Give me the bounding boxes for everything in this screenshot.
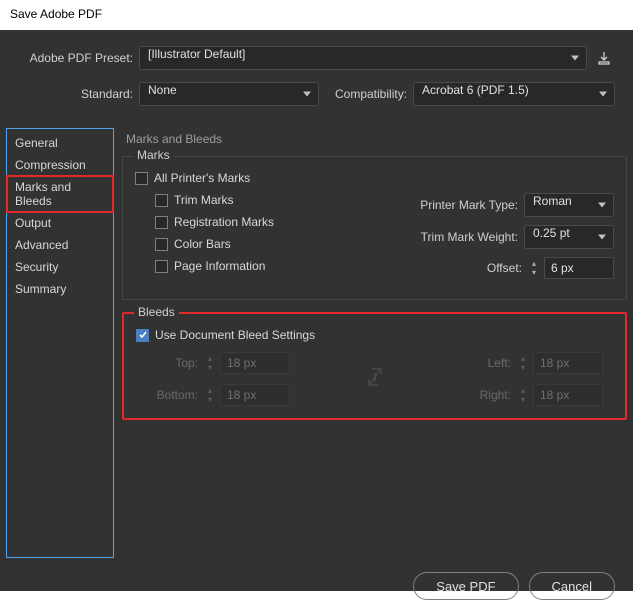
offset-label: Offset: <box>374 261 522 275</box>
preset-value: [Illustrator Default] <box>148 47 245 61</box>
compatibility-label: Compatibility: <box>335 87 407 101</box>
dialog-footer: Save PDF Cancel <box>0 558 633 614</box>
chevron-up-icon: ▴ <box>528 260 540 268</box>
preset-select[interactable]: [Illustrator Default] <box>139 46 587 70</box>
bleed-top-input <box>220 352 290 374</box>
panel-title: Marks and Bleeds <box>126 132 627 146</box>
bleed-bottom-input <box>220 384 290 406</box>
marks-group: Marks All Printer's Marks Trim Marks <box>122 156 627 300</box>
sidebar-item-advanced[interactable]: Advanced <box>7 234 113 256</box>
dialog-body: Adobe PDF Preset: [Illustrator Default] … <box>0 30 633 591</box>
use-document-bleed-checkbox[interactable] <box>136 329 149 342</box>
bleeds-group-title: Bleeds <box>134 305 179 319</box>
page-information-label: Page Information <box>174 259 265 273</box>
standard-label: Standard: <box>18 87 133 101</box>
preset-label: Adobe PDF Preset: <box>18 51 133 65</box>
bleed-left-label: Left: <box>459 356 511 370</box>
sidebar-item-marks-and-bleeds[interactable]: Marks and Bleeds <box>7 176 113 212</box>
printer-mark-type-select[interactable]: Roman <box>524 193 614 217</box>
title-bar: Save Adobe PDF <box>0 0 633 30</box>
offset-input[interactable] <box>544 257 614 279</box>
all-printers-marks-label: All Printer's Marks <box>154 171 250 185</box>
trim-mark-weight-select[interactable]: 0.25 pt <box>524 225 614 249</box>
bleed-right-label: Right: <box>459 388 511 402</box>
bleed-right-stepper: ▴▾ <box>517 387 531 404</box>
bleed-top-stepper: ▴▾ <box>204 355 218 372</box>
marks-group-title: Marks <box>133 148 174 162</box>
offset-stepper[interactable]: ▴ ▾ <box>528 260 542 277</box>
compatibility-select[interactable]: Acrobat 6 (PDF 1.5) <box>413 82 615 106</box>
trim-marks-label: Trim Marks <box>174 193 234 207</box>
cancel-button[interactable]: Cancel <box>529 572 615 600</box>
bleed-left-stepper: ▴▾ <box>517 355 531 372</box>
printer-mark-type-value: Roman <box>533 194 572 208</box>
standard-value: None <box>148 83 177 97</box>
sidebar-item-compression[interactable]: Compression <box>7 154 113 176</box>
save-preset-icon[interactable] <box>593 47 615 69</box>
trim-mark-weight-label: Trim Mark Weight: <box>374 230 518 244</box>
trim-marks-checkbox[interactable] <box>155 194 168 207</box>
sidebar-item-summary[interactable]: Summary <box>7 278 113 300</box>
bleed-bottom-stepper: ▴▾ <box>204 387 218 404</box>
standard-select[interactable]: None <box>139 82 319 106</box>
main-panel: Marks and Bleeds Marks All Printer's Mar… <box>122 128 627 558</box>
bleed-bottom-label: Bottom: <box>146 388 198 402</box>
page-information-checkbox[interactable] <box>155 260 168 273</box>
sidebar-item-output[interactable]: Output <box>7 212 113 234</box>
use-document-bleed-label: Use Document Bleed Settings <box>155 328 315 342</box>
bleeds-group: Bleeds Use Document Bleed Settings Top: <box>122 312 627 420</box>
registration-marks-checkbox[interactable] <box>155 216 168 229</box>
printer-mark-type-label: Printer Mark Type: <box>374 198 518 212</box>
window-title: Save Adobe PDF <box>10 7 102 21</box>
bleed-right-input <box>533 384 603 406</box>
compatibility-value: Acrobat 6 (PDF 1.5) <box>422 83 529 97</box>
chevron-down-icon: ▾ <box>528 269 540 277</box>
dialog-window: Save Adobe PDF Adobe PDF Preset: [Illust… <box>0 0 633 591</box>
save-pdf-button[interactable]: Save PDF <box>413 572 518 600</box>
link-icon <box>367 366 383 393</box>
bleed-left-input <box>533 352 603 374</box>
color-bars-label: Color Bars <box>174 237 231 251</box>
trim-mark-weight-value: 0.25 pt <box>533 226 570 240</box>
sidebar-item-general[interactable]: General <box>7 132 113 154</box>
registration-marks-label: Registration Marks <box>174 215 274 229</box>
color-bars-checkbox[interactable] <box>155 238 168 251</box>
bleed-top-label: Top: <box>146 356 198 370</box>
category-sidebar: General Compression Marks and Bleeds Out… <box>6 128 114 558</box>
sidebar-item-security[interactable]: Security <box>7 256 113 278</box>
all-printers-marks-checkbox[interactable] <box>135 172 148 185</box>
